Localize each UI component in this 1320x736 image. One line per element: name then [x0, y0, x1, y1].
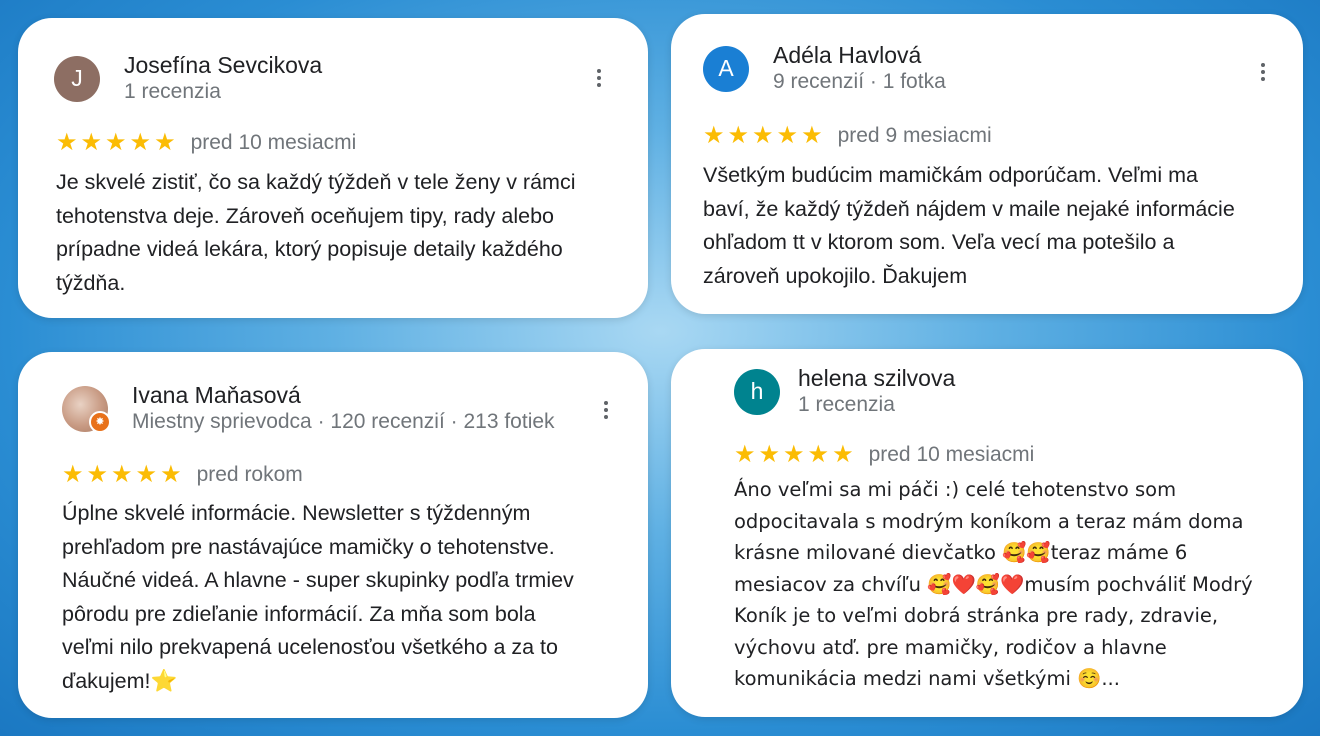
avatar[interactable]: ✸ [62, 385, 111, 433]
more-options-icon[interactable] [1260, 60, 1266, 84]
reviewer-meta[interactable]: 1 recenzia [124, 79, 322, 105]
avatar[interactable]: h [734, 368, 780, 415]
review-date: pred 10 mesiacmi [190, 130, 357, 154]
avatar[interactable]: J [54, 55, 100, 102]
local-guide-badge-icon: ✸ [89, 410, 111, 433]
review-card: ✸ Ivana Maňasová Miestny sprievodca · 12… [18, 352, 648, 718]
review-text: Všetkým budúcim mamičkám odporúčam. Veľm… [703, 163, 1235, 288]
star-rating: ★★★★★ [56, 129, 179, 156]
review-card: J Josefína Sevcikova 1 recenzia ★★★★★ pr… [18, 18, 648, 318]
review-date: pred 9 mesiacmi [837, 123, 992, 147]
star-rating: ★★★★★ [734, 441, 857, 468]
reviewer-meta[interactable]: 9 recenzií · 1 fotka [773, 69, 946, 95]
reviewer-meta[interactable]: 1 recenzia [798, 392, 955, 418]
star-rating: ★★★★★ [62, 461, 185, 488]
reviewer-name[interactable]: helena szilvova [798, 365, 955, 392]
review-card: h helena szilvova 1 recenzia ★★★★★ pred … [671, 349, 1303, 717]
reviewer-meta[interactable]: Miestny sprievodca · 120 recenzií · 213 … [132, 409, 555, 435]
reviewer-name[interactable]: Adéla Havlová [773, 42, 946, 69]
more-options-icon[interactable] [603, 398, 609, 422]
review-text: Je skvelé zistiť, čo sa každý týždeň v t… [56, 170, 576, 295]
review-card: A Adéla Havlová 9 recenzií · 1 fotka ★★★… [671, 14, 1303, 314]
review-text: Áno veľmi sa mi páči :) celé tehotenstvo… [734, 478, 1253, 690]
star-rating: ★★★★★ [703, 122, 826, 149]
more-options-icon[interactable] [596, 66, 602, 90]
avatar[interactable]: A [703, 45, 749, 92]
review-date: pred 10 mesiacmi [868, 442, 1035, 466]
reviewer-name[interactable]: Ivana Maňasová [132, 382, 555, 409]
reviewer-name[interactable]: Josefína Sevcikova [124, 52, 322, 79]
review-text: Úplne skvelé informácie. Newsletter s tý… [62, 501, 574, 693]
review-date: pred rokom [196, 462, 303, 486]
